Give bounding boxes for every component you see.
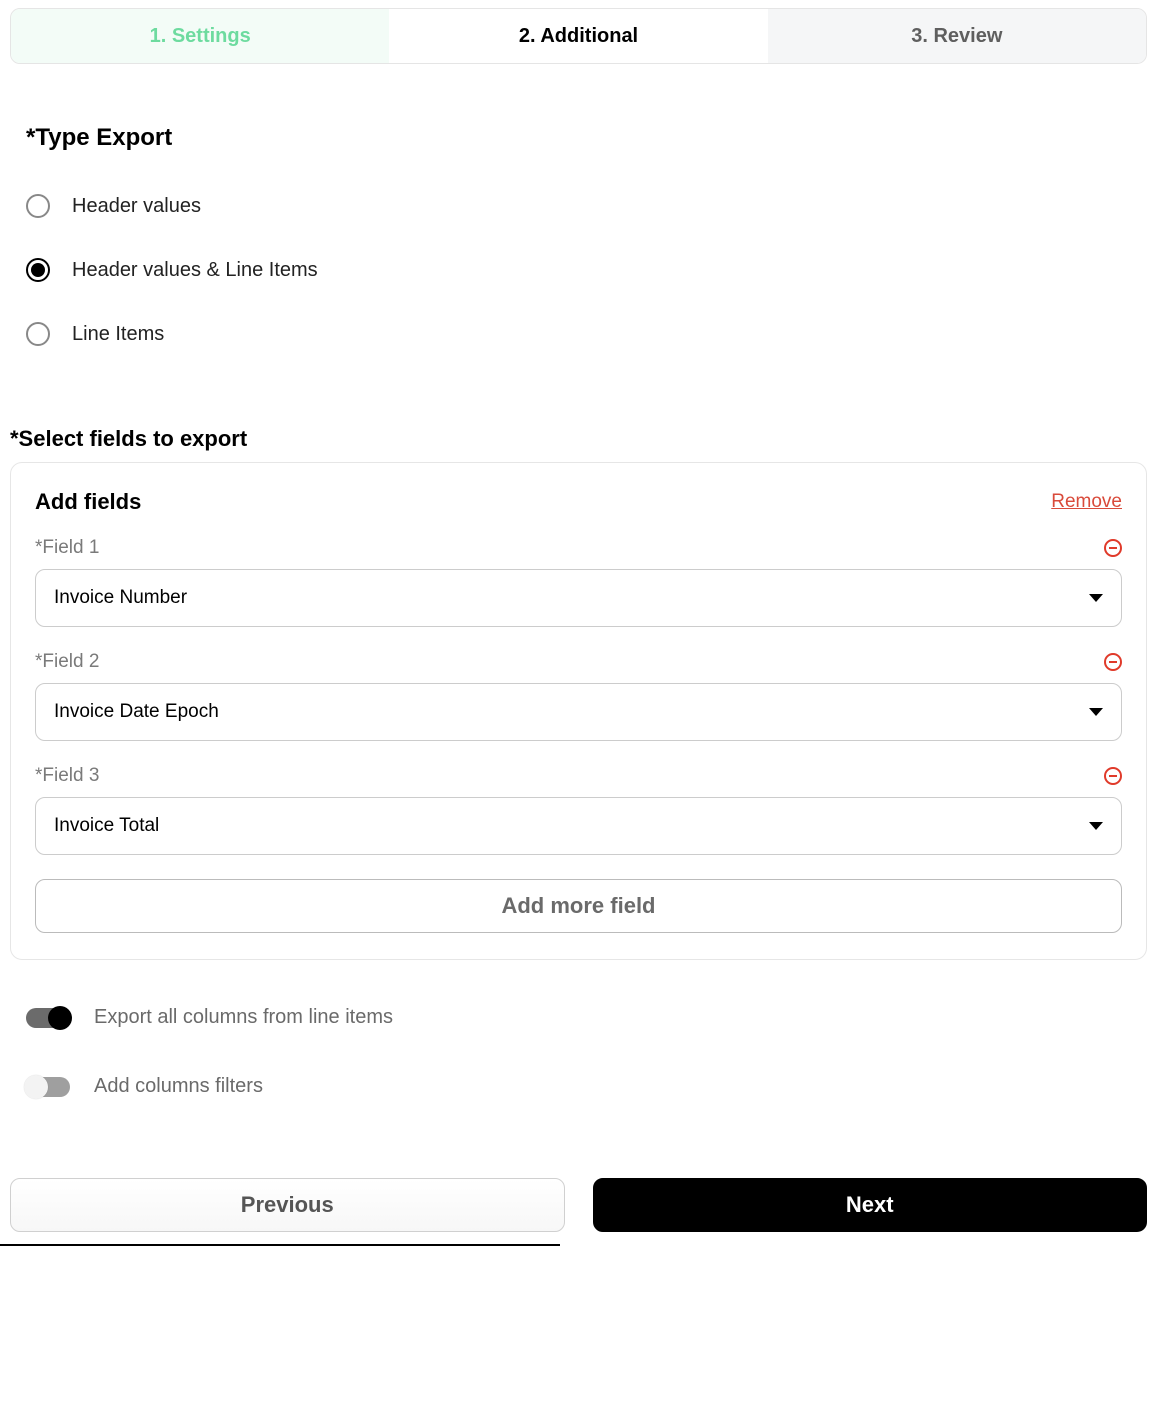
radio-header-values[interactable]: Header values [26, 174, 1157, 238]
toggle-add-filters-label: Add columns filters [94, 1075, 263, 1098]
remove-field-icon[interactable] [1104, 653, 1122, 671]
add-more-field-label: Add more field [501, 893, 655, 919]
remove-field-icon[interactable] [1104, 767, 1122, 785]
field-1-label: *Field 1 [35, 537, 99, 559]
next-button-label: Next [846, 1192, 894, 1218]
chevron-down-icon [1089, 708, 1103, 716]
field-2-label: *Field 2 [35, 651, 99, 673]
footer-bar: Previous Next [10, 1178, 1147, 1232]
field-1-value: Invoice Number [54, 587, 187, 609]
previous-button[interactable]: Previous [10, 1178, 565, 1232]
field-3-label: *Field 3 [35, 765, 99, 787]
radio-line-items-label: Line Items [72, 323, 164, 346]
field-block-3: *Field 3 Invoice Total [35, 765, 1122, 855]
next-button[interactable]: Next [593, 1178, 1148, 1232]
toggle-export-all[interactable] [26, 1008, 70, 1028]
chevron-down-icon [1089, 822, 1103, 830]
tab-review-label: 3. Review [911, 25, 1002, 48]
radio-icon [26, 322, 50, 346]
radio-icon [26, 258, 50, 282]
tab-additional[interactable]: 2. Additional [389, 9, 767, 63]
remove-field-icon[interactable] [1104, 539, 1122, 557]
type-export-title: *Type Export [26, 124, 1157, 152]
bottom-divider [0, 1244, 560, 1246]
toggle-export-all-row: Export all columns from line items [26, 1006, 1157, 1029]
radio-header-line-items-label: Header values & Line Items [72, 259, 318, 282]
radio-icon [26, 194, 50, 218]
field-1-select[interactable]: Invoice Number [35, 569, 1122, 627]
add-fields-heading: Add fields [35, 489, 141, 515]
tab-review[interactable]: 3. Review [768, 9, 1146, 63]
radio-header-line-items[interactable]: Header values & Line Items [26, 238, 1157, 302]
tab-settings[interactable]: 1. Settings [11, 9, 389, 63]
add-more-field-button[interactable]: Add more field [35, 879, 1122, 933]
tab-settings-label: 1. Settings [150, 25, 251, 48]
field-2-value: Invoice Date Epoch [54, 701, 219, 723]
field-block-2: *Field 2 Invoice Date Epoch [35, 651, 1122, 741]
toggle-add-filters[interactable] [26, 1077, 70, 1097]
fields-panel: Add fields Remove *Field 1 Invoice Numbe… [10, 462, 1147, 960]
remove-all-link[interactable]: Remove [1051, 491, 1122, 513]
tab-additional-label: 2. Additional [519, 25, 638, 48]
toggle-add-filters-row: Add columns filters [26, 1075, 1157, 1098]
field-2-select[interactable]: Invoice Date Epoch [35, 683, 1122, 741]
select-fields-title: *Select fields to export [10, 426, 1157, 452]
previous-button-label: Previous [241, 1192, 334, 1218]
chevron-down-icon [1089, 594, 1103, 602]
wizard-stepper: 1. Settings 2. Additional 3. Review [10, 8, 1147, 64]
radio-line-items[interactable]: Line Items [26, 302, 1157, 366]
field-3-value: Invoice Total [54, 815, 159, 837]
field-block-1: *Field 1 Invoice Number [35, 537, 1122, 627]
radio-header-values-label: Header values [72, 195, 201, 218]
toggle-export-all-label: Export all columns from line items [94, 1006, 393, 1029]
field-3-select[interactable]: Invoice Total [35, 797, 1122, 855]
type-export-radios: Header values Header values & Line Items… [26, 174, 1157, 366]
